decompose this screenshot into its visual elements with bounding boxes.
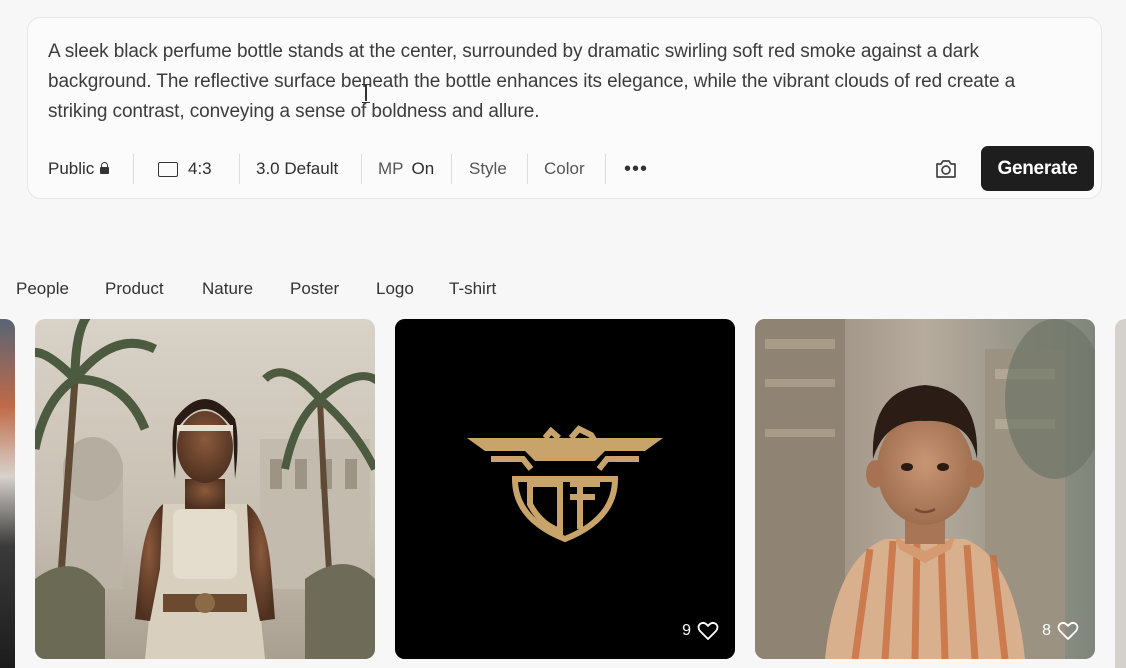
tab-people[interactable]: People bbox=[16, 279, 69, 299]
toolbar-divider bbox=[451, 154, 452, 184]
lock-icon bbox=[100, 162, 110, 174]
heart-icon bbox=[1057, 621, 1079, 640]
toolbar-divider bbox=[361, 154, 362, 184]
prompt-card: A sleek black perfume bottle stands at t… bbox=[27, 17, 1102, 199]
text-cursor-icon bbox=[362, 84, 370, 103]
color-label: Color bbox=[544, 159, 585, 178]
tab-tshirt[interactable]: T-shirt bbox=[449, 279, 496, 299]
model-label: 3.0 Default bbox=[256, 159, 339, 178]
toolbar-divider bbox=[239, 154, 240, 184]
toolbar-divider bbox=[605, 154, 606, 184]
partial-image bbox=[0, 319, 15, 668]
aspect-ratio-button[interactable]: 4:3 bbox=[158, 146, 212, 192]
camera-icon bbox=[936, 160, 956, 178]
like-counter[interactable]: 9 bbox=[682, 621, 719, 641]
tab-logo[interactable]: Logo bbox=[376, 279, 414, 299]
mp-toggle[interactable]: MP On bbox=[378, 146, 434, 192]
model-selector[interactable]: 3.0 Default bbox=[256, 146, 338, 192]
prompt-toolbar: Public 4:3 3.0 Default MP On Style Color… bbox=[28, 146, 1101, 192]
style-label: Style bbox=[469, 159, 507, 178]
gallery-card-warrior[interactable] bbox=[35, 319, 375, 659]
partial-image bbox=[1115, 319, 1126, 668]
visibility-label: Public bbox=[48, 159, 95, 178]
color-button[interactable]: Color bbox=[544, 146, 585, 192]
toolbar-divider bbox=[527, 154, 528, 184]
aspect-ratio-label: 4:3 bbox=[188, 159, 212, 178]
gallery-card-partial-right[interactable] bbox=[1115, 319, 1126, 668]
more-options-button[interactable]: ••• bbox=[624, 146, 648, 192]
prompt-input[interactable]: A sleek black perfume bottle stands at t… bbox=[48, 37, 1078, 127]
gallery-card-logo[interactable]: 9 bbox=[395, 319, 735, 659]
mp-value: On bbox=[411, 159, 435, 178]
heart-icon bbox=[697, 621, 719, 640]
like-counter[interactable]: 8 bbox=[1042, 621, 1079, 641]
warrior-image bbox=[35, 319, 375, 659]
eagle-logo-image bbox=[395, 319, 735, 659]
mp-label: MP bbox=[378, 159, 404, 178]
generate-button[interactable]: Generate bbox=[981, 146, 1094, 191]
gallery-card-partial-left[interactable] bbox=[0, 319, 15, 668]
like-count: 8 bbox=[1042, 622, 1051, 639]
toolbar-divider bbox=[133, 154, 134, 184]
rectangle-icon bbox=[158, 161, 178, 177]
like-count: 9 bbox=[682, 622, 691, 639]
more-dots-icon: ••• bbox=[624, 157, 649, 180]
tab-product[interactable]: Product bbox=[105, 279, 164, 299]
image-upload-button[interactable] bbox=[933, 156, 959, 182]
gallery-card-portrait[interactable]: 8 bbox=[755, 319, 1095, 659]
boy-portrait-image bbox=[755, 319, 1095, 659]
tab-nature[interactable]: Nature bbox=[202, 279, 253, 299]
tab-poster[interactable]: Poster bbox=[290, 279, 339, 299]
visibility-toggle[interactable]: Public bbox=[48, 146, 110, 192]
style-button[interactable]: Style bbox=[469, 146, 507, 192]
